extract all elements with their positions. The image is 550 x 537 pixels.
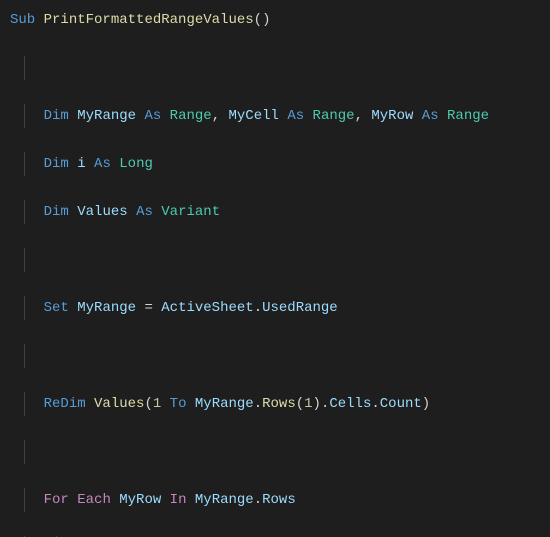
code-line: Dim Values As Variant — [10, 200, 540, 224]
code-line: Set MyRange = ActiveSheet.UsedRange — [10, 296, 540, 320]
sub-name: PrintFormattedRangeValues — [44, 12, 254, 28]
keyword-as: As — [144, 108, 161, 124]
blank-line — [10, 344, 540, 368]
code-line: Sub PrintFormattedRangeValues() — [10, 8, 540, 32]
keyword-set: Set — [44, 300, 69, 316]
type-variant: Variant — [161, 204, 220, 220]
code-line: For Each MyRow In MyRange.Rows — [10, 488, 540, 512]
code-block: Sub PrintFormattedRangeValues() Dim MyRa… — [0, 0, 550, 537]
literal-number: 1 — [153, 396, 161, 412]
code-line: ReDim Values(1 To MyRange.Rows(1).Cells.… — [10, 392, 540, 416]
type-range: Range — [170, 108, 212, 124]
keyword-sub: Sub — [10, 12, 35, 28]
keyword-for: For — [44, 492, 69, 508]
var-myrow: MyRow — [371, 108, 413, 124]
keyword-redim: ReDim — [44, 396, 86, 412]
keyword-in: In — [170, 492, 187, 508]
blank-line — [10, 56, 540, 80]
code-line: Dim i As Long — [10, 152, 540, 176]
blank-line — [10, 248, 540, 272]
type-long: Long — [119, 156, 153, 172]
var-i: i — [77, 156, 85, 172]
prop-usedrange: UsedRange — [262, 300, 338, 316]
var-mycell: MyCell — [229, 108, 279, 124]
var-myrange: MyRange — [77, 108, 136, 124]
blank-line — [10, 440, 540, 464]
keyword-dim: Dim — [44, 108, 69, 124]
var-values: Values — [77, 204, 127, 220]
keyword-to: To — [170, 396, 187, 412]
obj-activesheet: ActiveSheet — [161, 300, 253, 316]
code-line: Dim MyRange As Range, MyCell As Range, M… — [10, 104, 540, 128]
keyword-each: Each — [77, 492, 111, 508]
